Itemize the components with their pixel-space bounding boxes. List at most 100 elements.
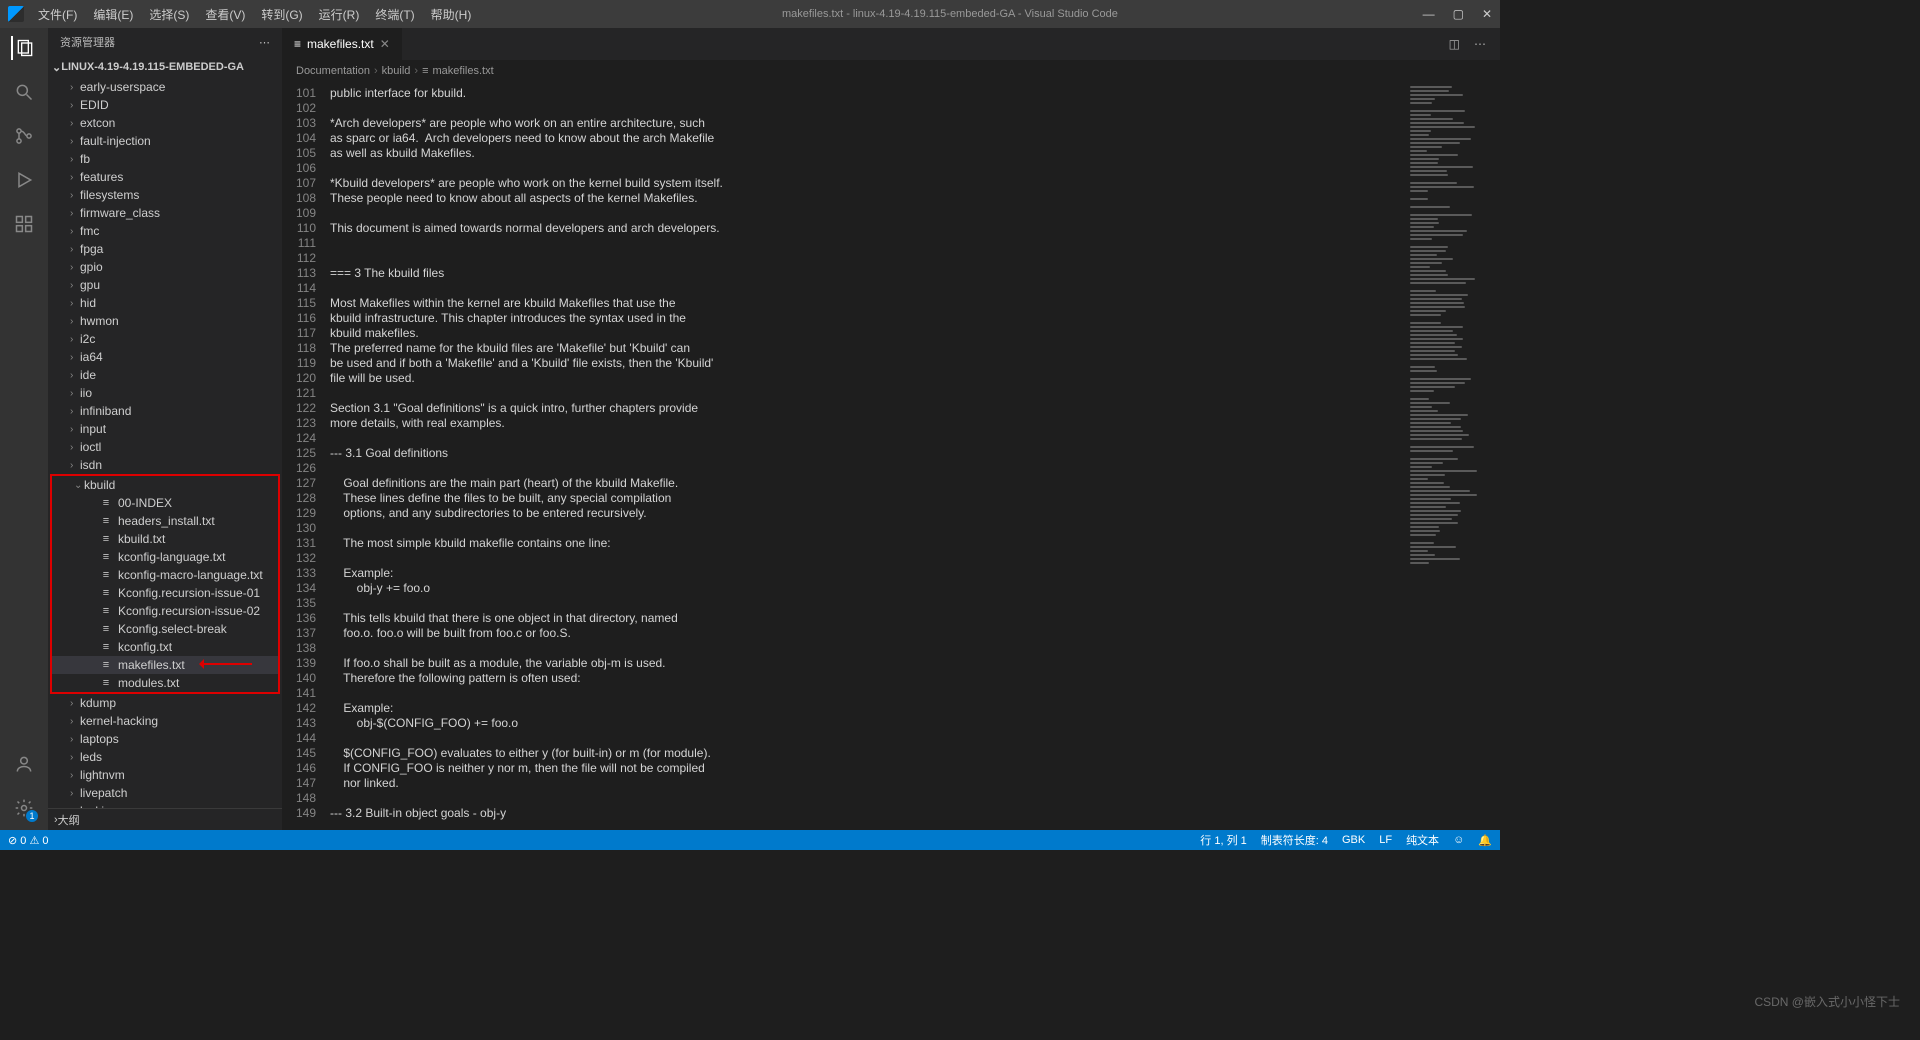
explorer-icon[interactable] xyxy=(11,36,35,60)
editor-area: ≡ makefiles.txt ✕ ◫ ⋯ Documentation› kbu… xyxy=(282,28,1500,830)
file-item[interactable]: ≡Kconfig.recursion-issue-02 xyxy=(52,602,278,620)
settings-icon[interactable]: 1 xyxy=(12,796,36,820)
breadcrumb-seg[interactable]: kbuild xyxy=(382,65,411,77)
folder-item[interactable]: ›kernel-hacking xyxy=(48,712,282,730)
chevron-right-icon: › xyxy=(70,698,80,709)
file-item[interactable]: ≡kbuild.txt xyxy=(52,530,278,548)
status-position[interactable]: 行 1, 列 1 xyxy=(1200,832,1246,848)
tree-label: fpga xyxy=(80,242,103,256)
folder-item[interactable]: ›extcon xyxy=(48,114,282,132)
source-control-icon[interactable] xyxy=(12,124,36,148)
status-language[interactable]: 纯文本 xyxy=(1406,832,1439,848)
run-debug-icon[interactable] xyxy=(12,168,36,192)
status-bar: ⊘ 0 ⚠ 0 行 1, 列 1 制表符长度: 4 GBK LF 纯文本 ☺ 🔔 xyxy=(0,830,1500,850)
chevron-right-icon: › xyxy=(70,316,80,327)
file-item[interactable]: ≡Kconfig.select-break xyxy=(52,620,278,638)
menu-terminal[interactable]: 终端(T) xyxy=(369,4,420,25)
folder-item[interactable]: ›hwmon xyxy=(48,312,282,330)
project-header[interactable]: ⌄ LINUX-4.19-4.19.115-EMBEDED-GA xyxy=(48,56,282,78)
menu-file[interactable]: 文件(F) xyxy=(32,4,83,25)
file-item[interactable]: ≡00-INDEX xyxy=(52,494,278,512)
close-icon[interactable]: ✕ xyxy=(1482,7,1492,21)
code-editor[interactable]: 101 102 103 104 105 106 107 108 109 110 … xyxy=(282,82,1404,830)
menu-run[interactable]: 运行(R) xyxy=(313,4,366,25)
folder-item[interactable]: ›ide xyxy=(48,366,282,384)
folder-item[interactable]: ›ioctl xyxy=(48,438,282,456)
tree-label: fault-injection xyxy=(80,134,151,148)
folder-item[interactable]: ›iio xyxy=(48,384,282,402)
split-editor-icon[interactable]: ◫ xyxy=(1449,37,1460,51)
minimize-icon[interactable]: — xyxy=(1423,7,1435,21)
sidebar-header: 资源管理器 ⋯ xyxy=(48,28,282,56)
folder-item[interactable]: ›fb xyxy=(48,150,282,168)
file-item[interactable]: ≡kconfig-macro-language.txt xyxy=(52,566,278,584)
folder-item[interactable]: ›gpu xyxy=(48,276,282,294)
folder-item[interactable]: ›gpio xyxy=(48,258,282,276)
file-icon: ≡ xyxy=(98,605,114,617)
tab-makefiles[interactable]: ≡ makefiles.txt ✕ xyxy=(282,28,403,60)
file-item[interactable]: ≡kconfig.txt xyxy=(52,638,278,656)
folder-item[interactable]: ⌄kbuild xyxy=(52,476,278,494)
status-bell-icon[interactable]: 🔔 xyxy=(1478,834,1492,847)
folder-item[interactable]: ›fpga xyxy=(48,240,282,258)
extensions-icon[interactable] xyxy=(12,212,36,236)
menu-view[interactable]: 查看(V) xyxy=(199,4,251,25)
outline-header[interactable]: › 大纲 xyxy=(48,808,282,830)
folder-item[interactable]: ›input xyxy=(48,420,282,438)
folder-item[interactable]: ›fault-injection xyxy=(48,132,282,150)
folder-item[interactable]: ›features xyxy=(48,168,282,186)
folder-item[interactable]: ›infiniband xyxy=(48,402,282,420)
editor-more-icon[interactable]: ⋯ xyxy=(1474,37,1486,51)
folder-item[interactable]: ›early-userspace xyxy=(48,78,282,96)
status-eol[interactable]: LF xyxy=(1379,834,1392,846)
more-icon[interactable]: ⋯ xyxy=(259,36,270,49)
breadcrumb-seg[interactable]: makefiles.txt xyxy=(433,65,494,77)
folder-item[interactable]: ›firmware_class xyxy=(48,204,282,222)
code-content[interactable]: public interface for kbuild. *Arch devel… xyxy=(330,86,1404,826)
chevron-right-icon: › xyxy=(70,734,80,745)
folder-item[interactable]: ›leds xyxy=(48,748,282,766)
file-item[interactable]: ≡kconfig-language.txt xyxy=(52,548,278,566)
folder-item[interactable]: ›i2c xyxy=(48,330,282,348)
account-icon[interactable] xyxy=(12,752,36,776)
menu-help[interactable]: 帮助(H) xyxy=(425,4,478,25)
tree-label: modules.txt xyxy=(118,676,179,690)
tree-label: infiniband xyxy=(80,404,131,418)
folder-item[interactable]: ›livepatch xyxy=(48,784,282,802)
folder-item[interactable]: ›fmc xyxy=(48,222,282,240)
search-icon[interactable] xyxy=(12,80,36,104)
tree-label: fmc xyxy=(80,224,99,238)
folder-item[interactable]: ›filesystems xyxy=(48,186,282,204)
tree-label: kconfig-language.txt xyxy=(118,550,225,564)
chevron-right-icon: › xyxy=(70,172,80,183)
menu-go[interactable]: 转到(G) xyxy=(255,4,308,25)
breadcrumb[interactable]: Documentation› kbuild› ≡ makefiles.txt xyxy=(282,60,1500,82)
folder-item[interactable]: ›lightnvm xyxy=(48,766,282,784)
folder-item[interactable]: ›isdn xyxy=(48,456,282,474)
chevron-right-icon: › xyxy=(70,752,80,763)
folder-item[interactable]: ›kdump xyxy=(48,694,282,712)
file-tree[interactable]: ›early-userspace›EDID›extcon›fault-injec… xyxy=(48,78,282,808)
breadcrumb-seg[interactable]: Documentation xyxy=(296,65,370,77)
status-encoding[interactable]: GBK xyxy=(1342,834,1365,846)
file-item[interactable]: ≡Kconfig.recursion-issue-01 xyxy=(52,584,278,602)
file-item[interactable]: ≡modules.txt xyxy=(52,674,278,692)
minimap[interactable] xyxy=(1404,82,1500,830)
folder-item[interactable]: ›hid xyxy=(48,294,282,312)
file-item[interactable]: ≡makefiles.txt xyxy=(52,656,278,674)
file-item[interactable]: ≡headers_install.txt xyxy=(52,512,278,530)
folder-item[interactable]: ›EDID xyxy=(48,96,282,114)
menu-edit[interactable]: 编辑(E) xyxy=(87,4,139,25)
folder-item[interactable]: ›ia64 xyxy=(48,348,282,366)
status-tabsize[interactable]: 制表符长度: 4 xyxy=(1261,832,1328,848)
folder-item[interactable]: ›laptops xyxy=(48,730,282,748)
status-problems[interactable]: ⊘ 0 ⚠ 0 xyxy=(8,834,48,847)
title-bar: 文件(F) 编辑(E) 选择(S) 查看(V) 转到(G) 运行(R) 终端(T… xyxy=(0,0,1500,28)
tab-close-icon[interactable]: ✕ xyxy=(380,37,390,51)
menu-select[interactable]: 选择(S) xyxy=(143,4,195,25)
status-feedback-icon[interactable]: ☺ xyxy=(1453,834,1464,846)
file-icon: ≡ xyxy=(98,533,114,545)
tree-label: features xyxy=(80,170,123,184)
maximize-icon[interactable]: ▢ xyxy=(1453,7,1464,21)
folder-item[interactable]: ›locking xyxy=(48,802,282,808)
